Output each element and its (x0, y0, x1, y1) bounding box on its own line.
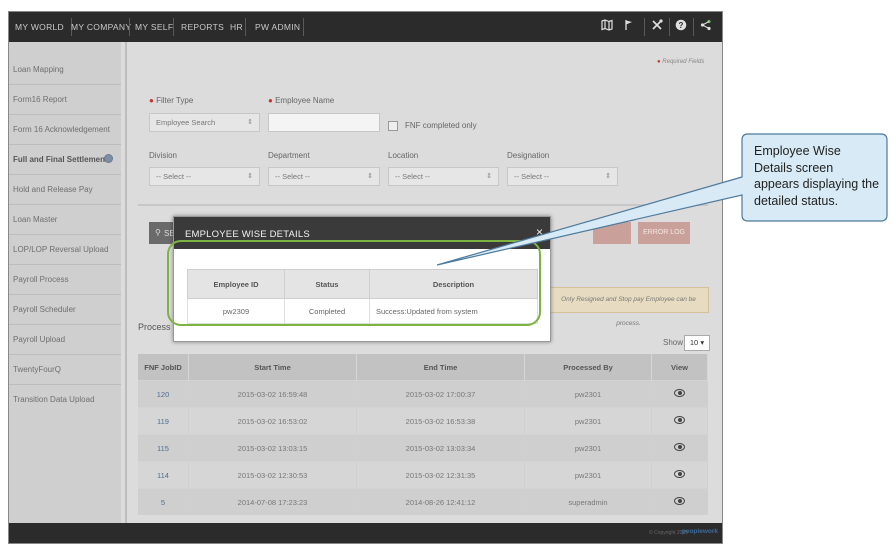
callout-bubble (436, 133, 888, 266)
callout-text: Employee Wise Details screen appears dis… (754, 144, 880, 208)
